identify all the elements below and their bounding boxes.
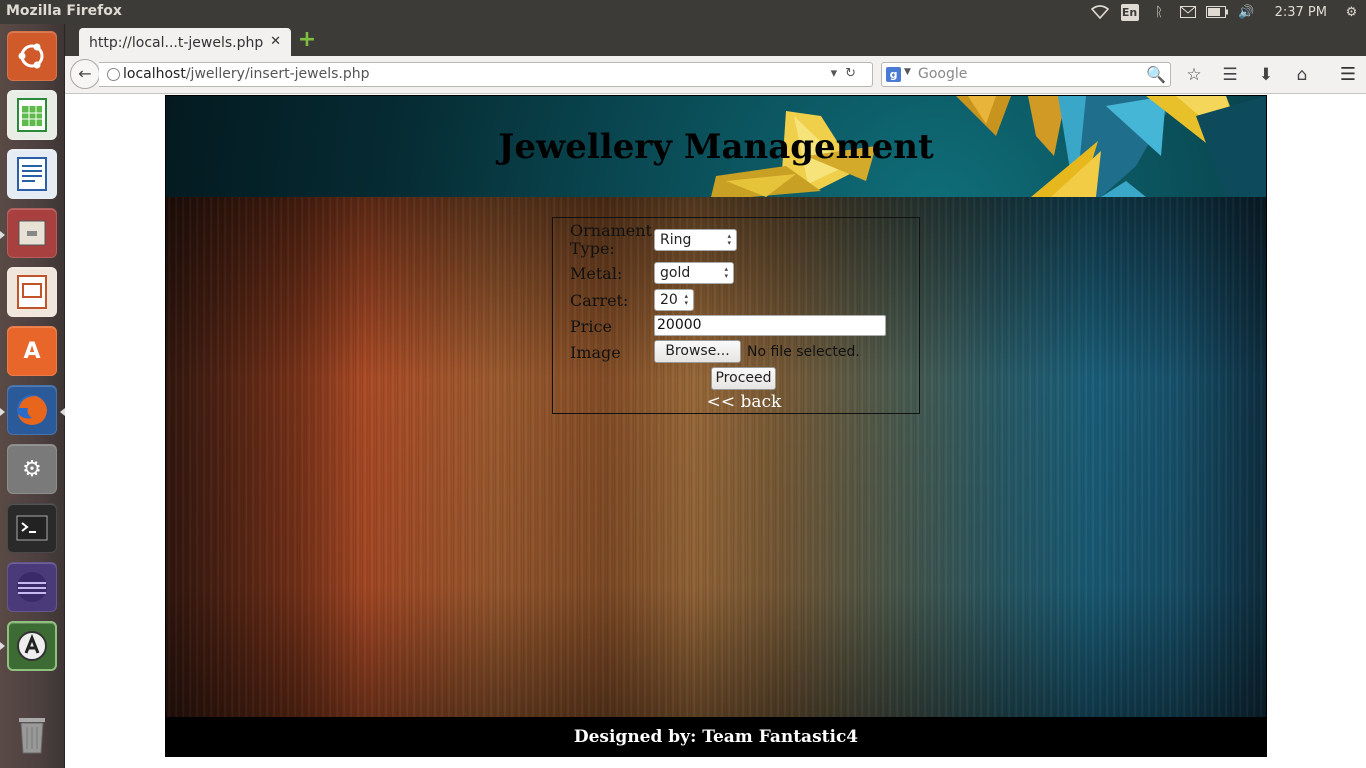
tab-title: http://local...t-jewels.php [89, 35, 264, 51]
search-bar[interactable]: g ▼ Google 🔍 [881, 62, 1171, 87]
metal-select[interactable]: gold ▴ ▾ [654, 262, 734, 284]
google-icon[interactable]: g [886, 67, 901, 82]
select-arrows-icon: ▴ ▾ [727, 232, 731, 247]
ornament-type-label: Ornament Type: [570, 221, 652, 258]
insert-jewel-form: Ornament Type: Ring ▴ ▾ Metal: gold ▴ ▾ Ca… [552, 217, 920, 414]
back-link[interactable]: << back [553, 392, 935, 412]
running-indicator [0, 642, 5, 650]
launcher: A ⚙ [0, 24, 65, 768]
document-icon [17, 157, 47, 191]
terminal-button[interactable] [7, 503, 57, 553]
terminal-icon [16, 515, 48, 541]
running-indicator [0, 231, 5, 239]
window-title: Mozilla Firefox [6, 3, 122, 19]
presentation-icon [17, 275, 47, 309]
history-dropdown-icon[interactable]: ▾ [831, 66, 846, 81]
reload-icon[interactable]: ↻ [845, 66, 864, 81]
navigation-bar: ← localhost/jwellery/insert-jewels.php ▾… [65, 56, 1366, 94]
web-page: Jewellery Management Ornament Type: Ring… [165, 95, 1267, 757]
close-tab-icon[interactable]: ✕ [270, 34, 281, 49]
carret-label: Carret: [570, 291, 629, 310]
toolbar-icons: ☆ ☰ ⬇ ⌂ [1183, 64, 1313, 86]
clock[interactable]: 2:37 PM [1261, 5, 1337, 20]
gear-icon[interactable]: ⚙ [1337, 0, 1366, 24]
content-area: Ornament Type: Ring ▴ ▾ Metal: gold ▴ ▾ Ca… [166, 197, 1266, 717]
ornament-type-value: Ring [660, 232, 692, 248]
no-file-selected-text: No file selected. [747, 344, 860, 360]
ubuntu-logo-icon [18, 43, 44, 69]
search-placeholder: Google [918, 66, 968, 82]
volume-icon[interactable]: 🔊 [1232, 0, 1261, 24]
reading-list-icon[interactable]: ☰ [1219, 64, 1241, 86]
price-input[interactable]: 20000 [654, 315, 886, 336]
metal-label: Metal: [570, 264, 623, 283]
tab-bar: http://local...t-jewels.php ✕ + [65, 24, 1366, 56]
running-indicator [0, 408, 5, 416]
select-arrows-icon: ▴ ▾ [724, 265, 728, 280]
hamburger-menu-icon[interactable]: ☰ [1340, 64, 1356, 85]
proceed-button[interactable]: Proceed [711, 367, 776, 390]
page-title: Jewellery Management [498, 127, 934, 167]
system-settings-button[interactable]: ⚙ [7, 444, 57, 494]
new-tab-plus-icon[interactable]: + [297, 29, 317, 51]
carret-value: 20 [660, 292, 678, 308]
settings-wrench-icon: ⚙ [22, 456, 42, 482]
shopping-bag-icon: A [23, 338, 41, 364]
updater-icon [17, 631, 47, 661]
trash-button[interactable] [7, 710, 57, 760]
ornament-type-select[interactable]: Ring ▴ ▾ [654, 229, 737, 251]
downloads-arrow-icon[interactable]: ⬇ [1255, 64, 1277, 86]
active-window-indicator [60, 408, 65, 416]
home-icon[interactable]: ⌂ [1291, 64, 1313, 86]
browser-tab[interactable]: http://local...t-jewels.php ✕ [79, 28, 291, 56]
metal-value: gold [660, 265, 691, 281]
bluetooth-icon[interactable]: ᚱ [1145, 0, 1174, 24]
software-updater-button[interactable] [7, 621, 57, 671]
wifi-icon[interactable] [1086, 0, 1115, 24]
libreoffice-writer-button[interactable] [7, 149, 57, 199]
url-host: localhost [123, 66, 186, 82]
globe-icon [107, 68, 120, 81]
image-label: Image [570, 343, 621, 362]
select-arrows-icon: ▴ ▾ [684, 292, 688, 307]
firefox-icon [17, 395, 47, 425]
back-arrow-icon[interactable]: ← [70, 59, 100, 89]
battery-icon[interactable] [1203, 0, 1232, 24]
libreoffice-calc-button[interactable] [7, 90, 57, 140]
software-center-button[interactable]: A [7, 326, 57, 376]
page-header: Jewellery Management [166, 96, 1266, 197]
eclipse-button[interactable] [7, 562, 57, 612]
keyboard-layout-indicator[interactable]: En [1120, 3, 1139, 21]
carret-select[interactable]: 20 ▴ ▾ [654, 289, 694, 311]
browse-button[interactable]: Browse... [654, 340, 741, 363]
libreoffice-impress-button[interactable] [7, 267, 57, 317]
page-footer: Designed by: Team Fantastic4 [166, 717, 1266, 756]
url-path: /jwellery/insert-jewels.php [185, 66, 370, 82]
eclipse-icon [17, 572, 47, 602]
system-tray: En ᚱ 🔊 2:37 PM ⚙ [1086, 0, 1366, 24]
file-cabinet-icon [18, 220, 46, 246]
top-panel: Mozilla Firefox En ᚱ 🔊 2:37 PM ⚙ [0, 0, 1366, 24]
ubuntu-dash-button[interactable] [7, 31, 57, 81]
price-label: Price [570, 317, 612, 336]
search-icon[interactable]: 🔍 [1146, 65, 1166, 84]
spreadsheet-icon [17, 98, 47, 132]
firefox-button[interactable] [7, 385, 57, 435]
bookmark-star-icon[interactable]: ☆ [1183, 64, 1205, 86]
files-button[interactable] [7, 208, 57, 258]
mail-icon[interactable] [1174, 0, 1203, 24]
trash-icon [19, 718, 45, 754]
search-engine-dropdown-icon[interactable]: ▼ [904, 67, 911, 77]
url-bar[interactable]: localhost/jwellery/insert-jewels.php ▾↻ [99, 62, 873, 87]
